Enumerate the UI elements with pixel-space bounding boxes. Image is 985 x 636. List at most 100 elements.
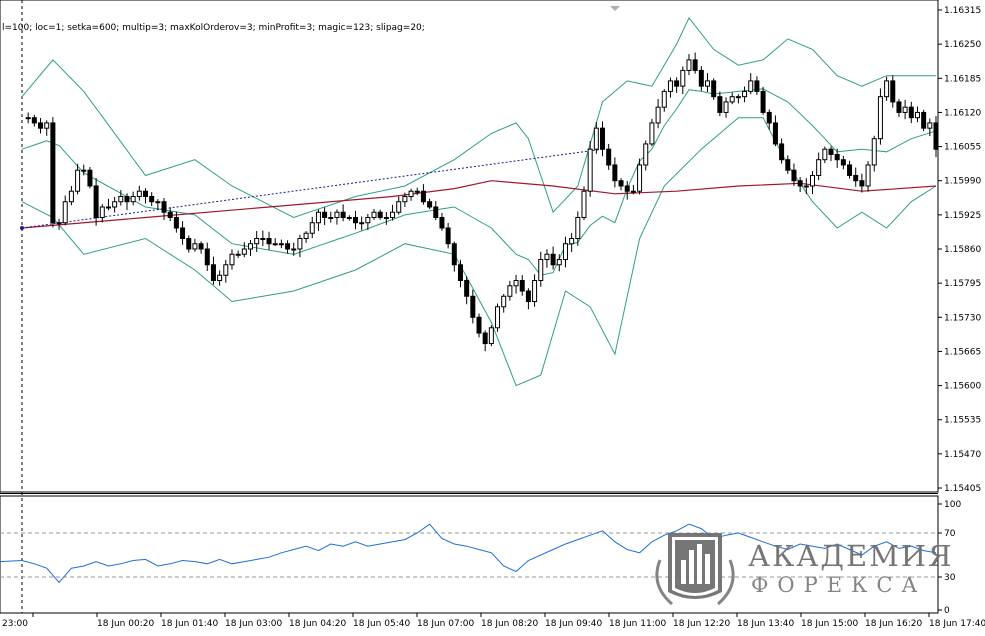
candle-body <box>155 201 161 204</box>
candle <box>581 186 587 221</box>
time-label: 18 Jun 13:40 <box>737 619 794 629</box>
candle-body <box>328 216 334 219</box>
candle-body <box>303 232 309 239</box>
time-label: 18 Jun 01:40 <box>161 619 218 629</box>
time-label: 18 Jun 00:20 <box>97 619 154 629</box>
candle-body <box>93 185 99 218</box>
chart-canvas[interactable]: l=100; loc=1; setka=600; multip=3; maxKo… <box>0 0 985 636</box>
candle <box>865 161 871 192</box>
watermark: АКАДЕМИЯ ФОРЕКСА <box>655 533 952 606</box>
candle <box>482 330 488 352</box>
price-axis: 1.16315 1.16250 1.16185 1.16120 1.16055 1.159… <box>938 6 981 494</box>
candle-body <box>538 259 544 282</box>
oscillator-series-lead <box>0 560 23 563</box>
price-label: 1.16315 <box>944 6 981 16</box>
candle-body <box>56 222 62 225</box>
candle-body <box>853 174 859 182</box>
candle <box>822 146 828 164</box>
candle-body <box>143 190 149 197</box>
candle-body <box>908 106 914 119</box>
candle <box>877 88 883 145</box>
candle <box>600 121 606 157</box>
candle <box>902 99 908 120</box>
candle-body <box>544 253 550 261</box>
candle <box>210 256 216 285</box>
price-label: 1.15665 <box>944 347 981 357</box>
candle-body <box>766 111 772 124</box>
candle-body <box>698 69 704 87</box>
candle-body <box>902 106 908 113</box>
candle-body <box>581 190 587 218</box>
trendline[interactable] <box>20 148 603 230</box>
candle <box>383 211 389 225</box>
candle-body <box>315 211 321 224</box>
candle <box>550 246 556 270</box>
candle-body <box>655 106 661 124</box>
candle <box>105 198 111 211</box>
price-label: 1.15990 <box>944 177 981 187</box>
shift-marker-icon[interactable] <box>610 6 620 11</box>
candle-body <box>451 243 457 266</box>
candle-body <box>735 96 741 99</box>
bollinger-lower-line <box>21 117 937 387</box>
trendline-anchor-icon[interactable] <box>20 225 24 230</box>
candle <box>439 212 445 231</box>
candle <box>198 241 204 254</box>
candle-body <box>99 206 105 218</box>
candle-body <box>871 138 877 166</box>
time-label: 18 Jun 11:00 <box>609 619 666 629</box>
candle <box>371 209 377 220</box>
candle-body <box>624 185 630 192</box>
price-label: 1.15795 <box>944 279 981 289</box>
candle <box>315 209 321 232</box>
price-label: 1.16055 <box>944 143 981 153</box>
candle <box>779 138 785 164</box>
candle <box>223 259 229 283</box>
candle <box>155 199 161 210</box>
main-chart-frame <box>0 0 939 493</box>
candle-body <box>587 148 593 192</box>
candle-body <box>760 90 766 113</box>
candle <box>87 166 93 189</box>
candle <box>519 275 525 296</box>
candle <box>229 249 235 270</box>
price-label: 1.15600 <box>944 382 981 392</box>
candle-body <box>532 280 538 303</box>
candle-body <box>346 216 352 219</box>
candle <box>204 242 210 271</box>
candle <box>501 293 507 313</box>
candle <box>303 231 309 243</box>
time-label: 18 Jun 07:00 <box>417 619 474 629</box>
candle-body <box>136 190 142 197</box>
candle <box>538 251 544 287</box>
candle-body <box>322 211 328 218</box>
candle-body <box>606 148 612 166</box>
candle-body <box>575 216 581 239</box>
candle-body <box>186 237 192 250</box>
candle-body <box>124 195 130 203</box>
dashed-trendline[interactable] <box>21 148 603 229</box>
candle <box>322 207 328 226</box>
candle <box>445 222 451 249</box>
candle-body <box>105 206 111 209</box>
candle <box>167 207 173 222</box>
candle-body <box>439 216 445 229</box>
candle-body <box>921 111 927 129</box>
candle-body <box>896 101 902 113</box>
candle <box>433 200 439 221</box>
candle-body <box>285 243 291 250</box>
candle-body <box>630 190 636 193</box>
candle <box>871 135 877 172</box>
candle <box>31 114 37 127</box>
candle <box>735 94 741 104</box>
candle-body <box>692 59 698 71</box>
candle-body <box>278 243 284 246</box>
candle <box>359 216 365 231</box>
candle-body <box>457 264 463 282</box>
candle <box>674 77 680 93</box>
candle <box>149 192 155 207</box>
time-label: 23:00 <box>2 619 28 629</box>
candle <box>612 157 618 188</box>
candle <box>698 66 704 91</box>
candle <box>346 215 352 221</box>
